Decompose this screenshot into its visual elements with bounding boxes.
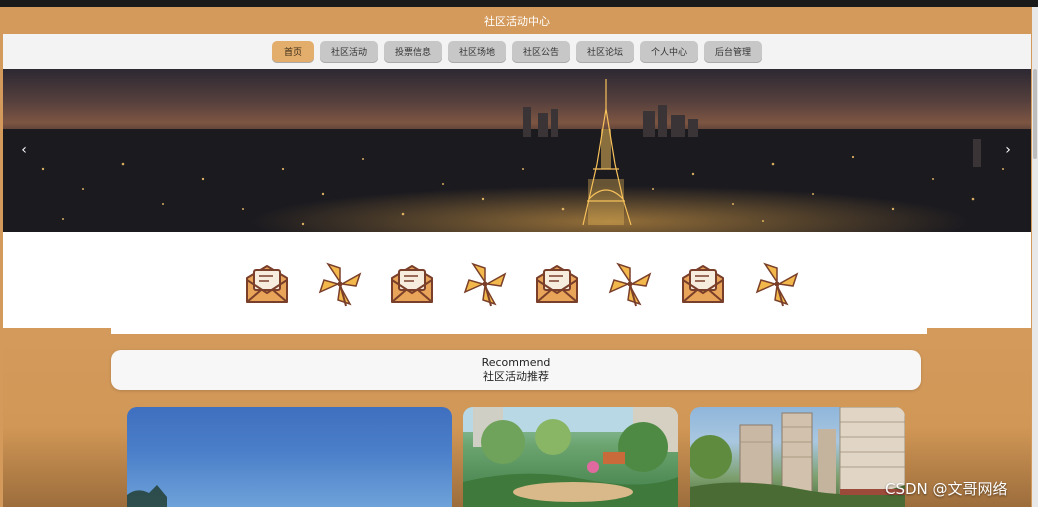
site-title: 社区活动中心	[484, 14, 550, 28]
activity-card[interactable]	[127, 407, 452, 507]
activity-card[interactable]	[463, 407, 678, 507]
site-header: 社区活动中心	[3, 7, 1031, 34]
nav-item-venues[interactable]: 社区场地	[447, 40, 506, 63]
top-strip	[0, 0, 1038, 7]
main-nav: 首页 社区活动 投票信息 社区场地 社区公告 社区论坛 个人中心 后台管理	[3, 34, 1031, 69]
section-divider	[111, 328, 927, 334]
nav-item-profile[interactable]: 个人中心	[640, 40, 699, 63]
banner-carousel[interactable]: ‹ ›	[3, 69, 1031, 232]
envelope-icon[interactable]	[679, 260, 727, 308]
nav-item-forum[interactable]: 社区论坛	[576, 40, 635, 63]
pinwheel-icon[interactable]	[461, 260, 509, 308]
scrollbar-thumb[interactable]	[1033, 69, 1037, 159]
banner-prev-icon[interactable]: ‹	[17, 141, 31, 159]
banner-next-icon[interactable]: ›	[1001, 141, 1015, 159]
envelope-icon[interactable]	[243, 260, 291, 308]
recommend-title-zh: 社区活动推荐	[483, 370, 549, 383]
envelope-icon[interactable]	[533, 260, 581, 308]
nav-item-activities[interactable]: 社区活动	[319, 40, 378, 63]
scrollbar[interactable]	[1032, 7, 1038, 507]
activity-card[interactable]	[690, 407, 905, 507]
pinwheel-icon[interactable]	[606, 260, 654, 308]
nav-item-votes[interactable]: 投票信息	[383, 40, 442, 63]
page: 社区活动中心 首页 社区活动 投票信息 社区场地 社区公告 社区论坛 个人中心 …	[0, 0, 1038, 507]
banner-image	[3, 69, 1031, 232]
pinwheel-icon[interactable]	[316, 260, 364, 308]
activity-card-image	[463, 407, 678, 507]
envelope-icon[interactable]	[388, 260, 436, 308]
nav-item-admin[interactable]: 后台管理	[704, 40, 763, 63]
activity-card-image	[690, 407, 905, 507]
nav-item-notices[interactable]: 社区公告	[512, 40, 571, 63]
icon-row	[3, 232, 1031, 328]
recommend-heading: Recommend 社区活动推荐	[111, 350, 921, 390]
recommend-title-en: Recommend	[481, 356, 551, 369]
watermark: CSDN @文哥网络	[885, 480, 1008, 498]
nav-item-home[interactable]: 首页	[271, 40, 314, 63]
activity-card-image	[127, 485, 167, 507]
pinwheel-icon[interactable]	[753, 260, 801, 308]
